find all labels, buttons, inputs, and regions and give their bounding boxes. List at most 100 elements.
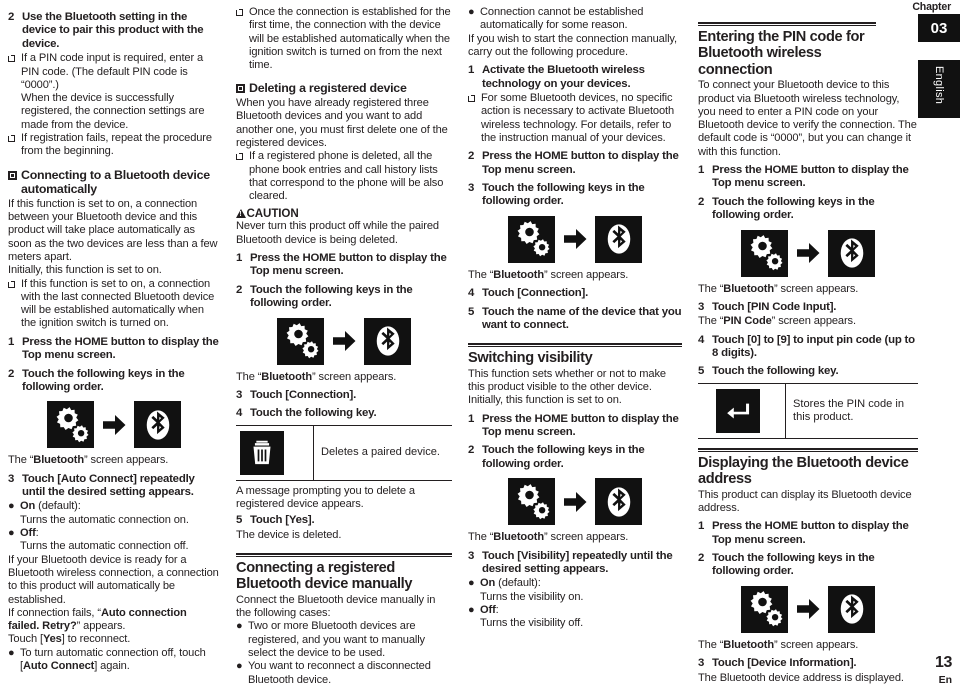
bullet-dot-icon: ● — [8, 527, 15, 540]
subsection-heading-text: Deleting a registered device — [249, 81, 407, 96]
text-fragment: If connection fails, “ — [8, 606, 101, 619]
section-heading: Switching visibility — [468, 350, 593, 367]
gear-settings-icon[interactable] — [741, 229, 788, 277]
step-number: 5 — [468, 305, 475, 318]
arrow-right-icon — [564, 491, 587, 512]
screen-name: PIN Code — [723, 315, 772, 328]
paragraph: A message prompting you to delete a regi… — [236, 484, 415, 511]
step-item: 1 Activate the Bluetooth wireless techno… — [468, 64, 682, 91]
trash-delete-icon[interactable] — [240, 430, 284, 475]
step-item: 1 Press the HOME button to display the T… — [8, 336, 220, 363]
step-item: 3 Touch the following keys in the follow… — [468, 182, 682, 209]
paragraph: Touch [Yes] to reconnect. — [8, 633, 220, 646]
screen-name: Bluetooth — [723, 282, 774, 295]
step-text: Touch the following keys in the followin… — [712, 195, 875, 222]
gear-settings-icon[interactable] — [508, 215, 555, 263]
section-heading: Displaying the Bluetooth device address — [698, 454, 909, 488]
step-number: 2 — [468, 150, 475, 163]
text-fragment: ” screen appears. — [771, 315, 856, 328]
enter-return-icon[interactable] — [716, 388, 760, 433]
bluetooth-icon[interactable] — [364, 317, 411, 365]
step-text: Press the HOME button to display the Top… — [250, 252, 447, 278]
bullet-dot-icon: ● — [468, 603, 475, 616]
step-item: 4 Touch [Connection]. — [468, 287, 682, 300]
text-fragment: Touch [ — [8, 633, 43, 646]
note-text: If registration fails, repeat the proced… — [21, 132, 212, 158]
arrow-right-icon — [564, 229, 587, 250]
heading-block-icon — [8, 168, 21, 197]
step-text: Press the HOME button to display the Top… — [712, 164, 909, 190]
option-label: On — [480, 577, 496, 590]
text-fragment: (default): — [495, 577, 541, 590]
column-4: Entering the PIN code for Bluetooth wire… — [690, 6, 922, 685]
step-text: Touch the name of the device that you wa… — [482, 305, 682, 331]
note-text-line: If a PIN code input is required, enter a… — [21, 52, 204, 91]
step-item: 5 Touch the name of the device that you … — [468, 306, 682, 333]
step-item: 3 Touch [Connection]. — [236, 389, 452, 402]
bluetooth-icon[interactable] — [595, 215, 642, 263]
note-item: If registration fails, repeat the proced… — [7, 132, 220, 159]
step-item: 2 Touch the following keys in the follow… — [8, 368, 220, 395]
note-square-icon — [7, 278, 21, 331]
caution-heading: CAUTION — [236, 207, 452, 220]
bluetooth-icon[interactable] — [828, 229, 875, 277]
bluetooth-icon[interactable] — [595, 478, 642, 526]
note-item: Once the connection is established for t… — [235, 6, 452, 72]
key-sequence — [468, 478, 682, 526]
step-text: Press the HOME button to display the Top… — [482, 150, 679, 176]
section-divider — [236, 553, 452, 558]
key-label: Yes — [42, 633, 62, 646]
language-tab: English — [918, 60, 960, 118]
step-item: 4 Touch the following key. — [236, 407, 452, 420]
option-label: Off — [480, 603, 496, 616]
step-number: 4 — [698, 333, 705, 346]
paragraph: Connect the Bluetooth device manually in… — [236, 593, 436, 620]
paragraph: This product can display its Bluetooth d… — [698, 488, 912, 514]
step-text: Touch the following key. — [712, 365, 839, 378]
step-text: Press the HOME button to display the Top… — [22, 335, 219, 362]
caution-text: Never turn this product off while the pa… — [236, 220, 439, 246]
key-cell — [698, 383, 786, 438]
text-fragment: ” screen appears. — [83, 454, 169, 467]
step-item: 4 Touch [0] to [9] to input pin code (up… — [698, 334, 918, 361]
gear-settings-icon[interactable] — [277, 317, 324, 365]
step-number: 2 — [468, 444, 475, 457]
note-text: If a PIN code input is required, enter a… — [21, 52, 220, 132]
paragraph: If this function is set to on, a connect… — [8, 197, 218, 263]
text-fragment: ” appears. — [76, 620, 126, 633]
step-item: 2 Use the Bluetooth setting in the devic… — [8, 11, 220, 51]
bullet-dot-icon: ● — [468, 6, 475, 18]
key-sequence — [468, 215, 682, 263]
bullet-dot-icon: ● — [236, 660, 243, 673]
step-number: 2 — [8, 11, 15, 23]
screen-name: Bluetooth — [723, 638, 774, 651]
paragraph: The Bluetooth device address is displaye… — [698, 671, 904, 684]
screen-appears-text: The “Bluetooth” screen appears. — [468, 531, 682, 544]
step-number: 1 — [8, 335, 15, 348]
option-description: Turns the automatic connection off. — [20, 540, 189, 553]
step-item: 1 Press the HOME button to display the T… — [236, 252, 452, 279]
step-text: Touch [Device Information]. — [712, 657, 857, 670]
gear-settings-icon[interactable] — [508, 478, 555, 526]
step-number: 2 — [236, 283, 243, 296]
note-item: If a registered phone is deleted, all th… — [235, 150, 452, 203]
text-fragment: : — [495, 603, 499, 616]
gear-settings-icon[interactable] — [47, 401, 94, 449]
subsection-heading-text: Connecting to a Bluetooth device automat… — [21, 167, 210, 197]
bullet-dot-icon: ● — [8, 646, 15, 659]
step-text: Touch the following key. — [250, 407, 377, 420]
key-description-table: Stores the PIN code in this product. — [698, 382, 918, 439]
note-square-icon — [235, 6, 249, 72]
bluetooth-icon[interactable] — [134, 401, 181, 449]
step-number: 4 — [468, 287, 475, 300]
note-text: Once the connection is established for t… — [249, 6, 451, 72]
note-item: If a PIN code input is required, enter a… — [7, 52, 220, 132]
note-text-line: When the device is successfully register… — [21, 92, 205, 131]
step-item: 2 Touch the following keys in the follow… — [468, 444, 682, 471]
language-tab-label: English — [933, 66, 945, 105]
key-description: Stores the PIN code in this product. — [793, 397, 904, 423]
step-number: 5 — [698, 365, 705, 378]
gear-settings-icon[interactable] — [741, 585, 788, 633]
bluetooth-icon[interactable] — [828, 585, 875, 633]
step-text: Touch [Auto Connect] repeatedly until th… — [22, 472, 195, 499]
